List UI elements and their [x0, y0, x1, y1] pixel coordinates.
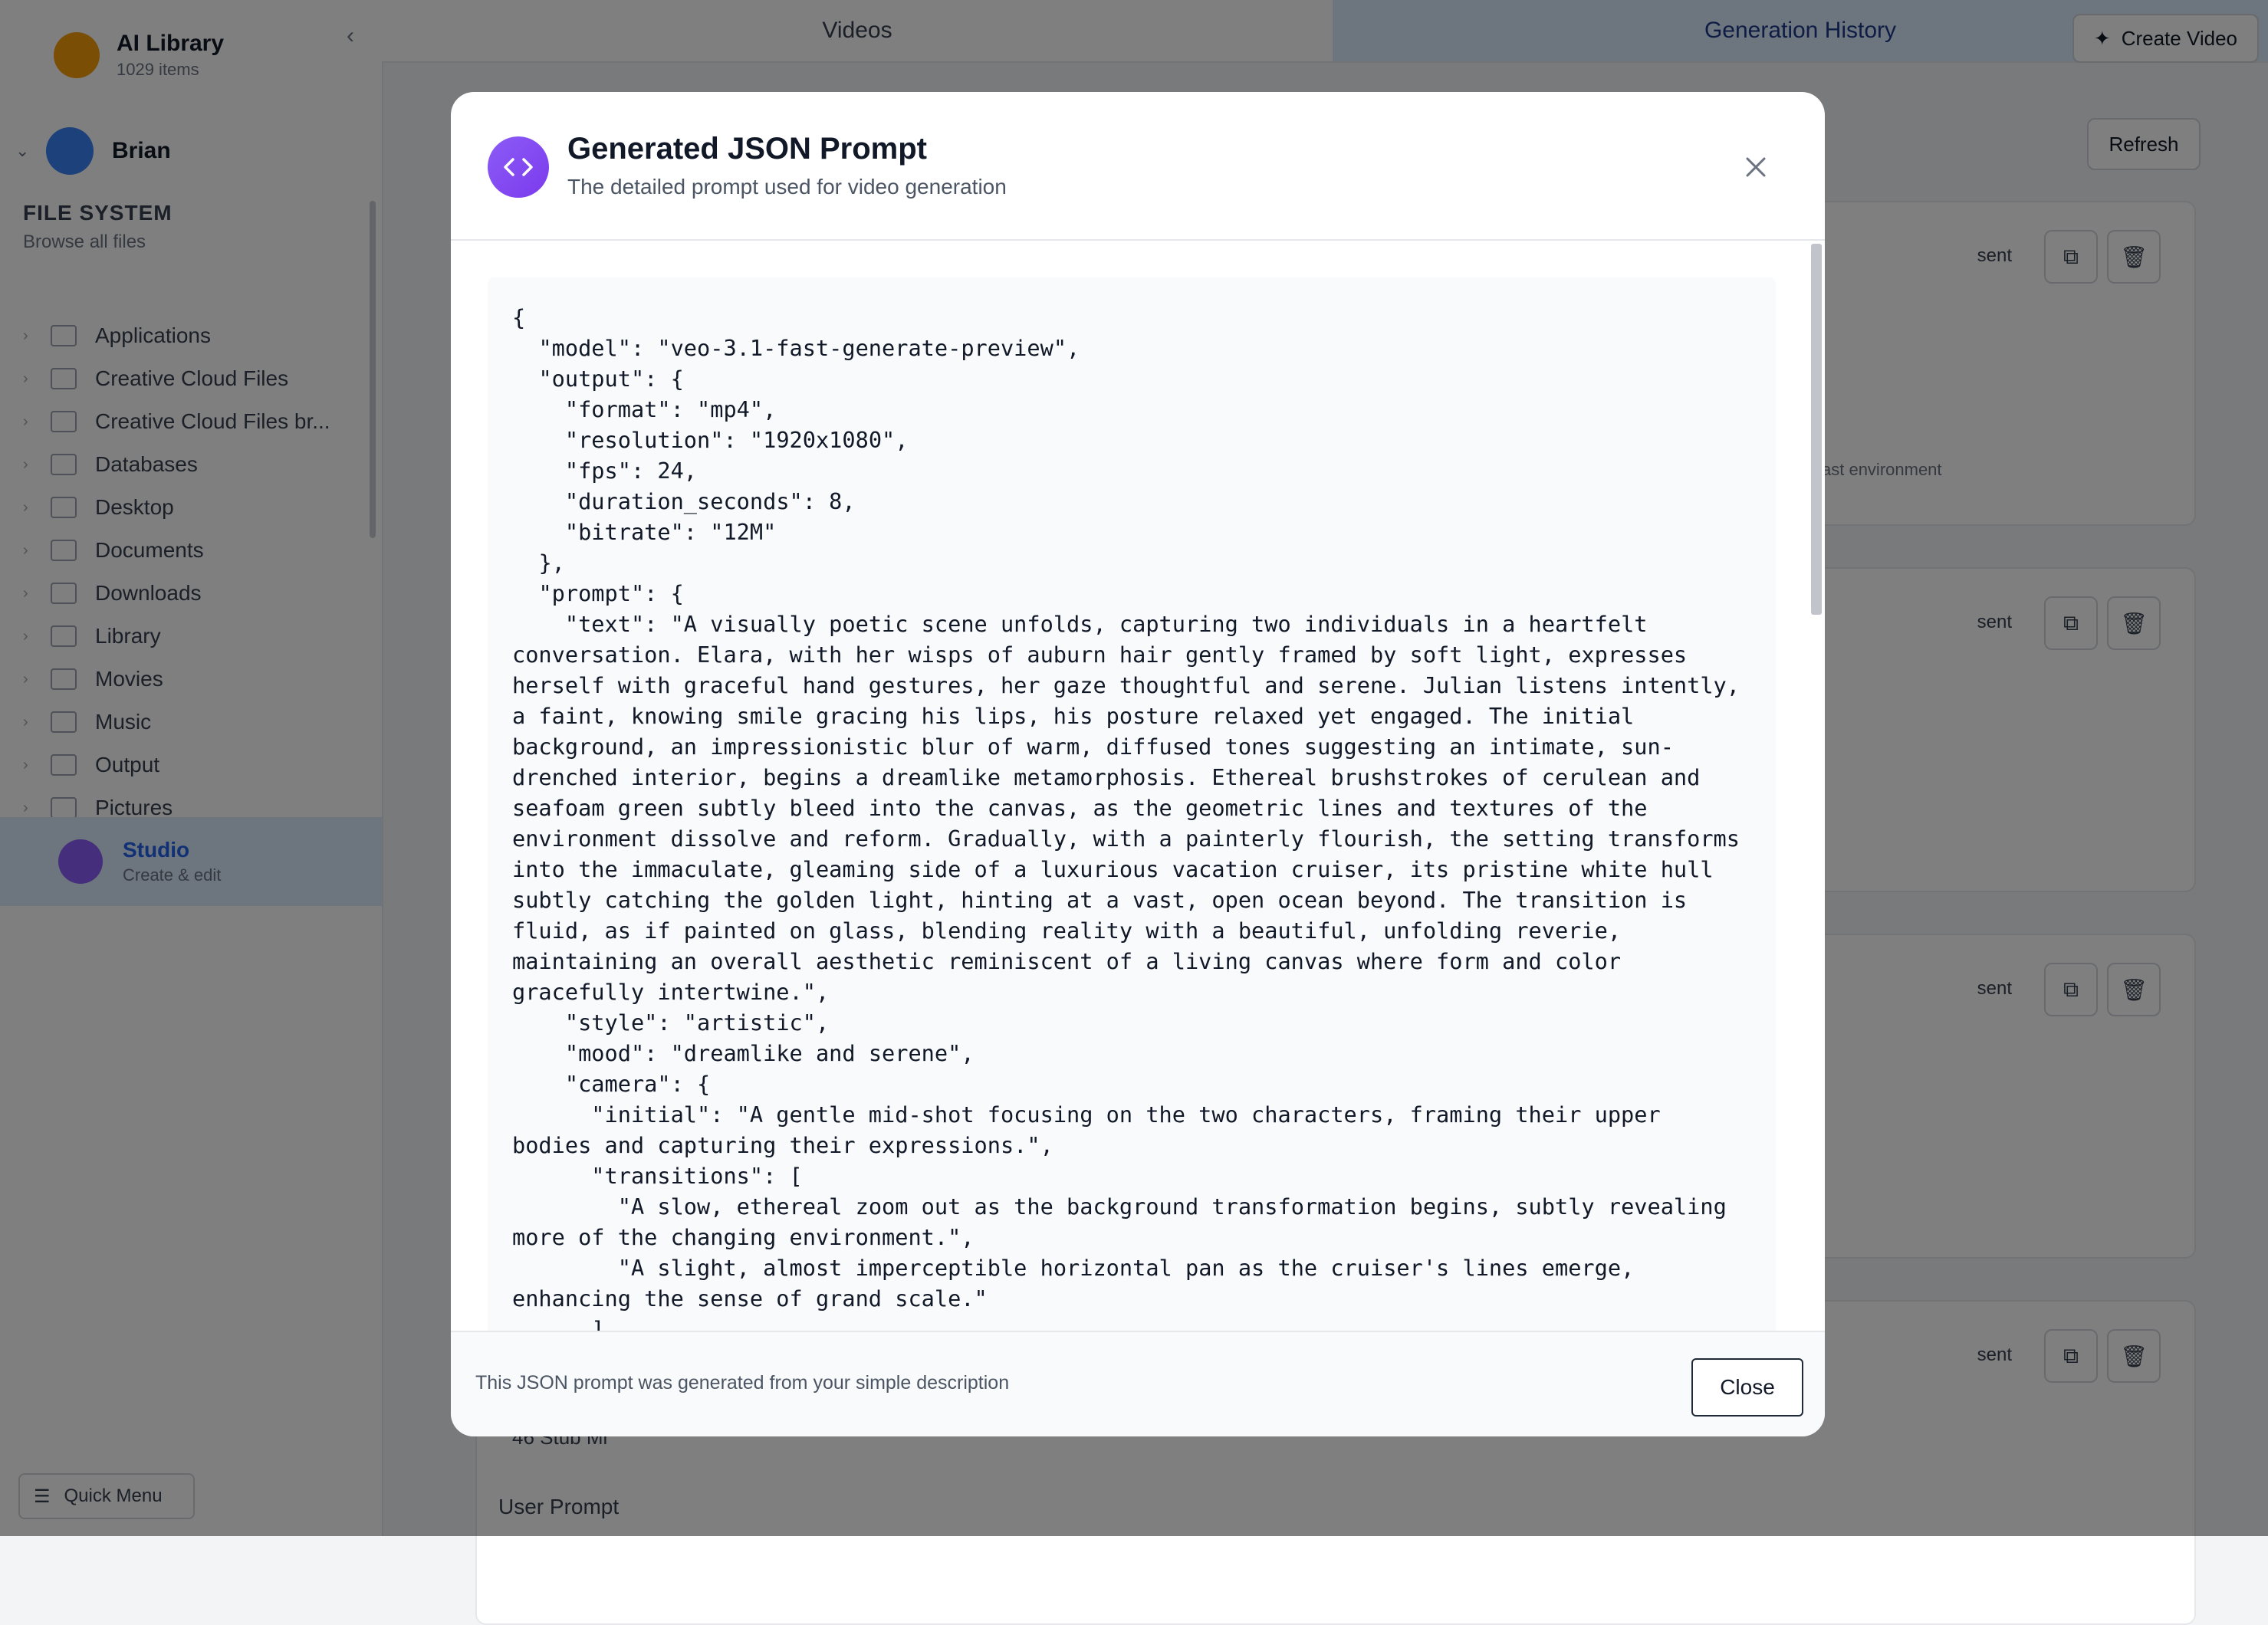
json-prompt-dialog: Generated JSON Prompt The detailed promp…	[451, 92, 1825, 1436]
footer-note: This JSON prompt was generated from your…	[475, 1372, 1010, 1394]
code-brackets-icon	[488, 136, 549, 198]
dialog-scrollbar[interactable]	[1811, 244, 1822, 615]
dialog-title: Generated JSON Prompt	[567, 132, 928, 166]
dialog-header: Generated JSON Prompt The detailed promp…	[451, 92, 1825, 241]
close-icon[interactable]	[1740, 152, 1771, 182]
close-button[interactable]: Close	[1691, 1358, 1803, 1417]
json-code-block: { "model": "veo-3.1-fast-generate-previe…	[488, 277, 1776, 1423]
dialog-subtitle: The detailed prompt used for video gener…	[567, 175, 1007, 199]
dialog-footer: This JSON prompt was generated from your…	[451, 1331, 1825, 1436]
dialog-body[interactable]: { "model": "veo-3.1-fast-generate-previe…	[451, 241, 1825, 1423]
json-code-text: { "model": "veo-3.1-fast-generate-previe…	[512, 304, 1740, 1342]
